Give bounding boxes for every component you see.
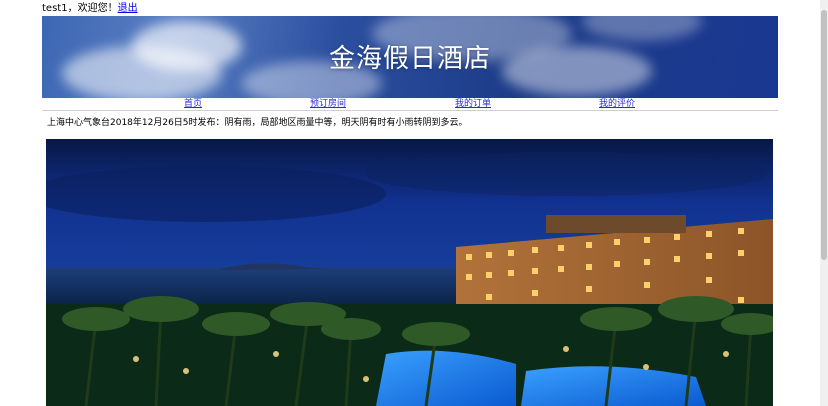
hotel-name-title: 金海假日酒店 <box>328 44 491 74</box>
nav-item-my-reviews[interactable]: 我的评价 <box>599 98 635 110</box>
user-bar: test1，欢迎您！退出 <box>42 3 138 15</box>
nav-item-home[interactable]: 首页 <box>184 98 202 110</box>
hotel-night-photo <box>46 139 773 406</box>
weather-notice: 上海中心气象台2018年12月26日5时发布：阴有雨，局部地区雨量中等，明天阴有… <box>47 118 468 128</box>
logout-link[interactable]: 退出 <box>118 3 138 14</box>
main-nav: 首页 预订房间 我的订单 我的评价 <box>42 98 778 111</box>
nav-item-book-room[interactable]: 预订房间 <box>310 98 346 110</box>
greeting-text: test1，欢迎您！ <box>42 3 118 14</box>
hotel-photo-illustration <box>46 139 773 406</box>
hotel-banner: 金海假日酒店 <box>42 16 778 98</box>
scrollbar-thumb[interactable] <box>821 10 827 260</box>
vertical-scrollbar[interactable] <box>820 0 828 406</box>
nav-item-my-orders[interactable]: 我的订单 <box>455 98 491 110</box>
page: test1，欢迎您！退出 金海假日酒店 首页 预订房间 我的订单 我的评价 上海… <box>0 0 828 406</box>
